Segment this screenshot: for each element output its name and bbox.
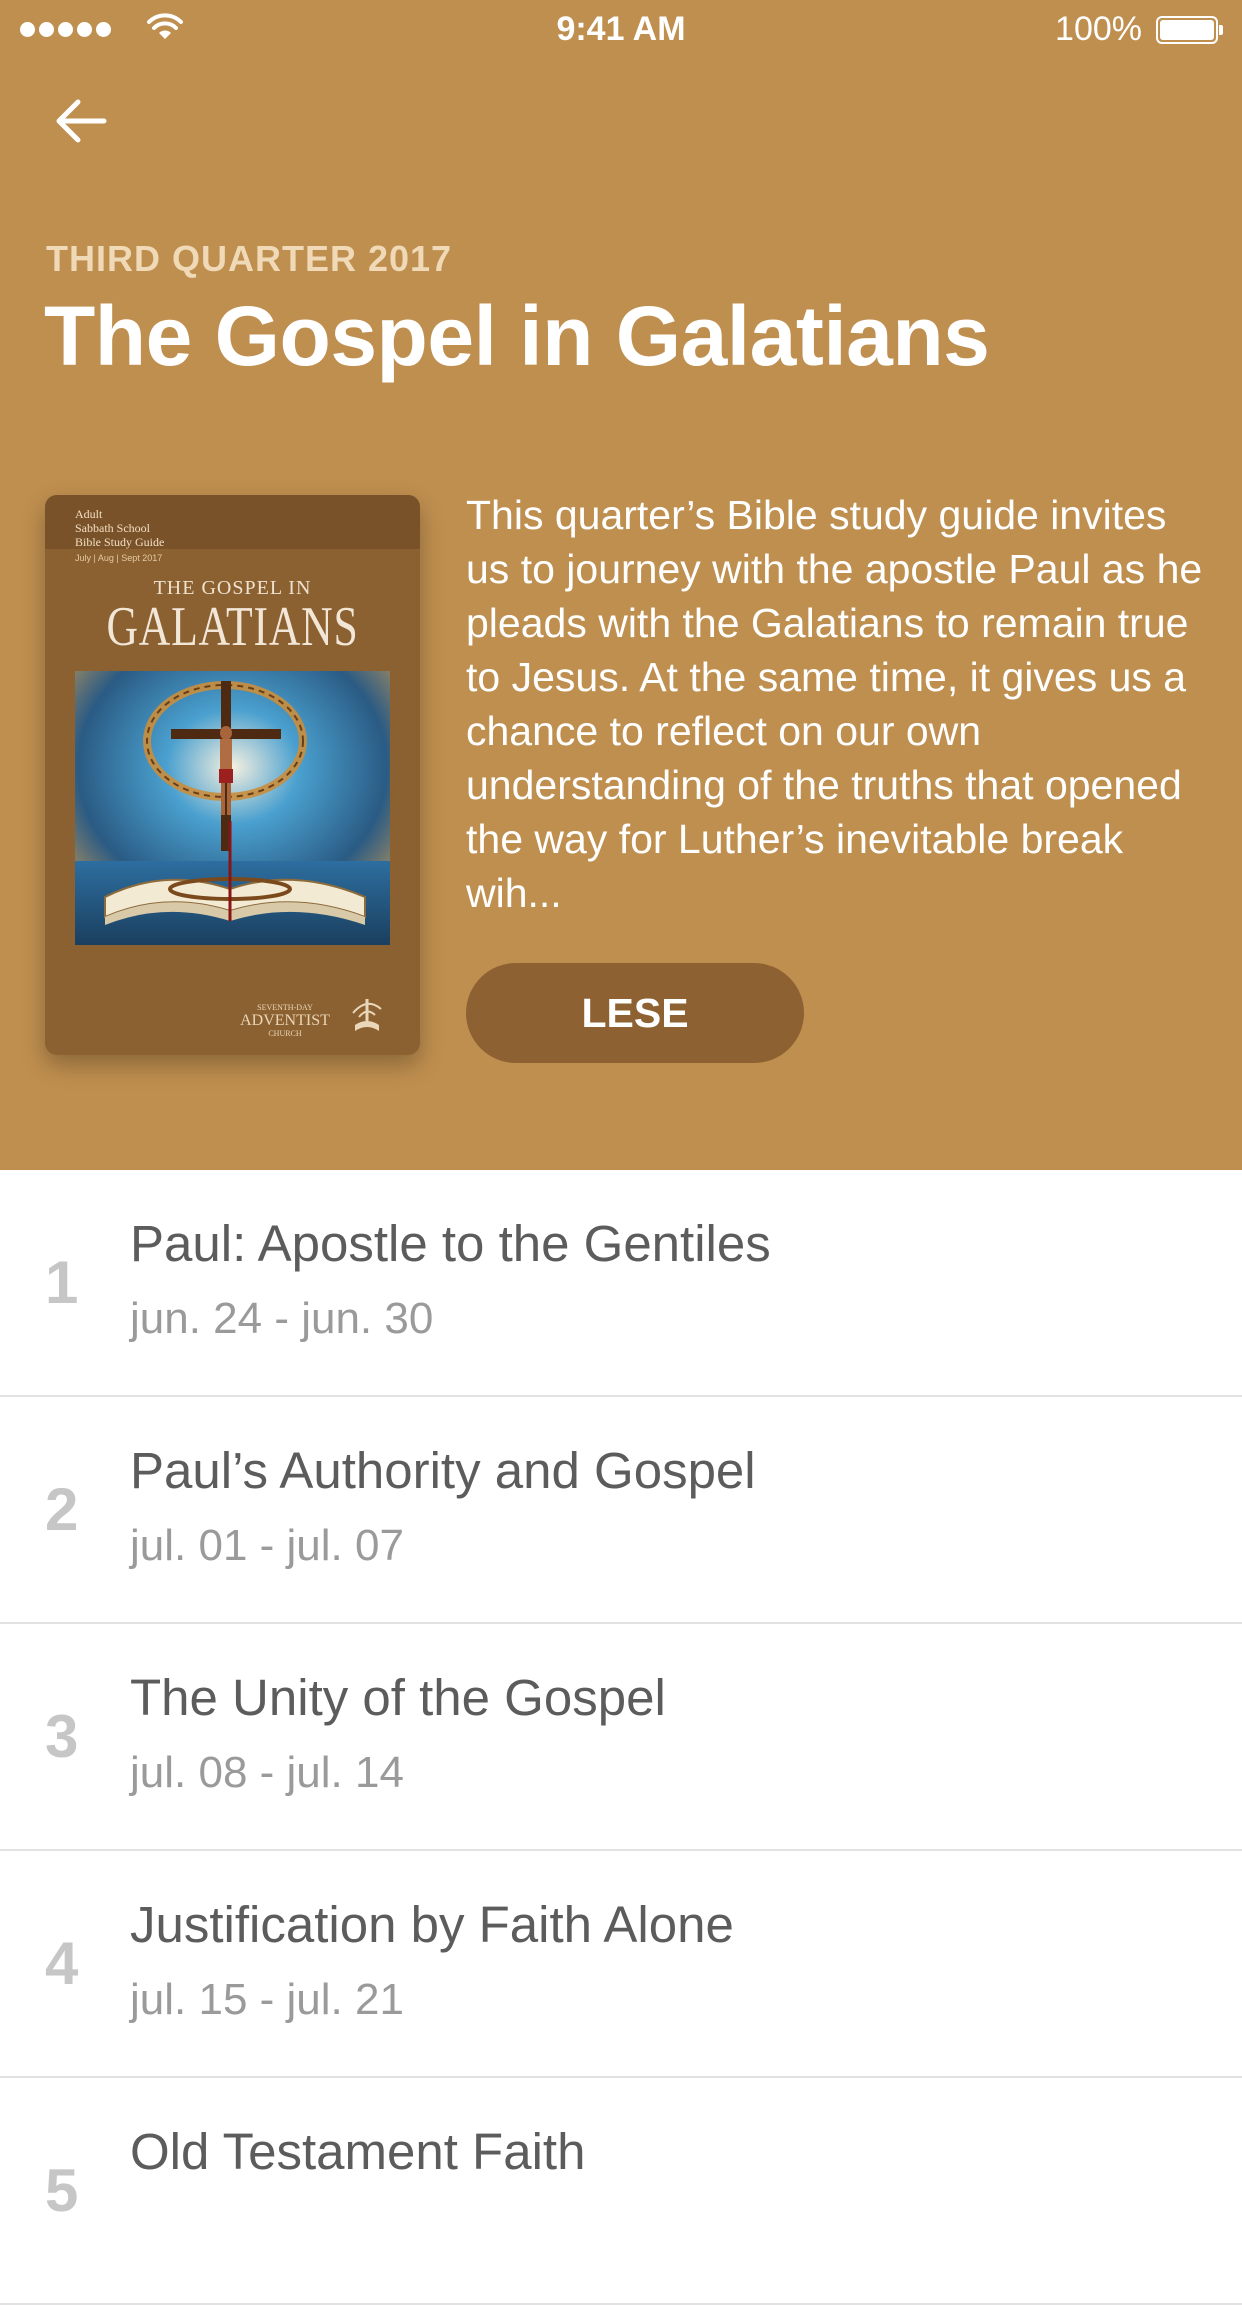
cover-publisher: SEVENTH-DAY ADVENTIST CHURCH [240, 1003, 330, 1038]
lesson-item[interactable]: 1 Paul: Apostle to the Gentiles jun. 24 … [0, 1170, 1242, 1397]
header: 9:41 AM 100% THIRD QUARTER 2017 The Gosp… [0, 0, 1242, 1170]
lesson-title: Justification by Faith Alone [130, 1896, 734, 1953]
lesson-number: 5 [45, 2157, 79, 2224]
lesson-dates: jun. 24 - jun. 30 [130, 1294, 434, 1343]
back-button[interactable] [48, 86, 118, 156]
lesson-number: 2 [45, 1476, 79, 1543]
lesson-dates: jul. 08 - jul. 14 [130, 1748, 404, 1797]
lesson-title: Old Testament Faith [130, 2123, 586, 2180]
battery-icon [1156, 16, 1223, 44]
church-logo-icon [345, 995, 389, 1037]
cover-artwork [75, 671, 390, 945]
read-button[interactable]: LESE [466, 963, 804, 1063]
status-bar: 9:41 AM 100% [0, 0, 1242, 62]
lesson-item[interactable]: 2 Paul’s Authority and Gospel jul. 01 - … [0, 1397, 1242, 1624]
page-title: The Gospel in Galatians [44, 289, 990, 383]
lesson-title: Paul’s Authority and Gospel [130, 1442, 756, 1499]
lesson-number: 4 [45, 1930, 79, 1997]
lesson-number: 1 [45, 1249, 79, 1316]
lesson-dates: jul. 15 - jul. 21 [130, 1975, 404, 2024]
cover-dates: July | Aug | Sept 2017 [75, 553, 163, 563]
lesson-number: 3 [45, 1703, 79, 1770]
lesson-item[interactable]: 3 The Unity of the Gospel jul. 08 - jul.… [0, 1624, 1242, 1851]
lesson-list: 1 Paul: Apostle to the Gentiles jun. 24 … [0, 1170, 1242, 2305]
quarterly-description: This quarter’s Bible study guide invites… [466, 492, 1203, 916]
lesson-title: The Unity of the Gospel [130, 1669, 666, 1726]
quarter-label: THIRD QUARTER 2017 [46, 238, 453, 279]
lesson-item[interactable]: 4 Justification by Faith Alone jul. 15 -… [0, 1851, 1242, 2078]
cover-series: Adult Sabbath School Bible Study Guide [75, 507, 165, 549]
cover-image[interactable]: Adult Sabbath School Bible Study Guide J… [45, 495, 420, 1055]
cover-title: GALATIANS [106, 596, 359, 658]
arrow-left-icon [56, 99, 107, 143]
lesson-title: Paul: Apostle to the Gentiles [130, 1215, 771, 1272]
lesson-item[interactable]: 5 Old Testament Faith [0, 2078, 1242, 2305]
lesson-dates: jul. 01 - jul. 07 [130, 1521, 404, 1570]
battery-percentage: 100% [1055, 10, 1142, 48]
